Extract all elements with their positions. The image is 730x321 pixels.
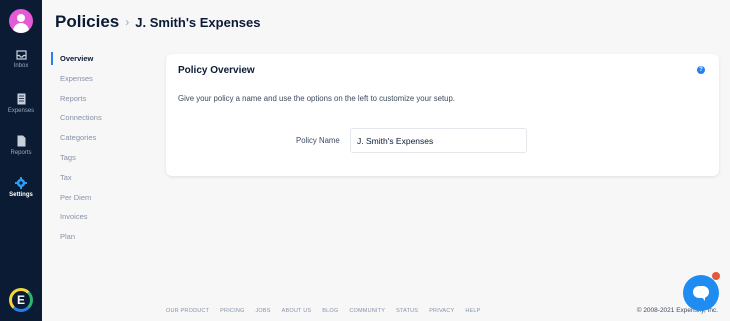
footer-link-help[interactable]: HELP [465,308,480,314]
brand-letter: E [16,293,25,307]
gear-icon [15,177,27,189]
avatar[interactable] [9,9,33,33]
avatar-head [17,14,25,22]
nav-item-categories[interactable]: Categories [51,131,102,151]
footer-link-blog[interactable]: BLOG [322,308,338,314]
rail-label-expenses: Expenses [7,108,35,114]
nav-item-tags[interactable]: Tags [51,151,102,171]
card-title: Policy Overview [178,65,255,76]
nav-item-tax[interactable]: Tax [51,171,102,191]
footer-link-about-us[interactable]: ABOUT US [282,308,312,314]
footer-link-status[interactable]: STATUS [396,308,418,314]
rail-item-settings[interactable]: Settings [0,177,42,198]
help-icon[interactable]: ? [697,66,705,74]
rail-label-reports: Reports [10,150,32,156]
breadcrumb: Policies › J. Smith's Expenses [55,12,260,32]
footer-link-pricing[interactable]: PRICING [220,308,244,314]
policy-name-input[interactable] [350,128,527,153]
nav-item-connections[interactable]: Connections [51,111,102,131]
avatar-body [13,23,29,33]
nav-item-expenses[interactable]: Expenses [51,72,102,92]
rail-item-reports[interactable]: Reports [0,135,42,156]
left-rail: Inbox Expenses Reports Settings E [0,0,42,321]
rail-label-settings: Settings [9,192,33,198]
notification-dot [712,272,720,280]
footer-links: OUR PRODUCT PRICING JOBS ABOUT US BLOG C… [166,308,492,314]
nav-item-invoices[interactable]: Invoices [51,210,102,230]
rail-label-inbox: Inbox [13,63,29,69]
card-description: Give your policy a name and use the opti… [178,94,455,103]
inbox-icon [15,50,27,60]
page-title: J. Smith's Expenses [135,14,261,30]
footer-link-jobs[interactable]: JOBS [255,308,270,314]
footer-link-privacy[interactable]: PRIVACY [429,308,454,314]
rail-item-inbox[interactable]: Inbox [0,50,42,69]
expensify-logo[interactable]: E [9,288,33,312]
nav-item-reports[interactable]: Reports [51,92,102,112]
policy-overview-card: Policy Overview ? Give your policy a nam… [166,54,719,176]
footer-link-community[interactable]: COMMUNITY [349,308,385,314]
report-icon [17,135,25,147]
nav-item-per-diem[interactable]: Per Diem [51,191,102,211]
nav-item-overview[interactable]: Overview [51,52,102,65]
footer-link-our-product[interactable]: OUR PRODUCT [166,308,209,314]
chevron-right-icon: › [125,15,130,29]
receipt-icon [17,93,25,105]
policy-nav: Overview Expenses Reports Connections Ca… [51,52,102,250]
nav-item-plan[interactable]: Plan [51,230,102,250]
chat-button[interactable] [683,272,720,311]
chat-icon-tail [701,296,705,301]
breadcrumb-policies[interactable]: Policies [55,12,119,32]
rail-item-expenses[interactable]: Expenses [0,93,42,114]
policy-name-label: Policy Name [296,136,340,145]
